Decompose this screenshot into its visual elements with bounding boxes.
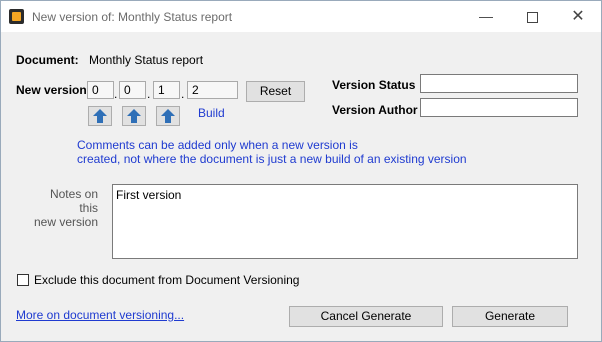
minimize-icon[interactable]: —: [463, 1, 509, 32]
exclude-checkbox[interactable]: [17, 274, 29, 286]
more-versioning-link[interactable]: More on document versioning...: [16, 308, 184, 322]
version-separator: .: [181, 87, 185, 101]
document-label: Document:: [16, 53, 79, 67]
notes-textarea[interactable]: First version: [112, 184, 578, 259]
window-title: New version of: Monthly Status report: [32, 10, 233, 24]
version-patch-field[interactable]: 1: [153, 81, 180, 99]
app-icon: [9, 9, 24, 24]
increment-minor-button[interactable]: [122, 106, 146, 126]
comment-note: Comments can be added only when a new ve…: [77, 138, 467, 166]
version-minor-field[interactable]: 0: [119, 81, 146, 99]
document-name: Monthly Status report: [89, 53, 204, 67]
build-label: Build: [198, 106, 225, 120]
notes-text: First version: [116, 188, 182, 202]
version-status-label: Version Status: [332, 78, 416, 92]
cancel-generate-button[interactable]: Cancel Generate: [289, 306, 443, 327]
generate-button[interactable]: Generate: [452, 306, 568, 327]
increment-patch-button[interactable]: [156, 106, 180, 126]
version-status-input[interactable]: [420, 74, 578, 93]
version-major-field[interactable]: 0: [87, 81, 114, 99]
close-icon[interactable]: ✕: [555, 1, 601, 32]
exclude-label[interactable]: Exclude this document from Document Vers…: [34, 273, 299, 287]
notes-label: Notes on this new version: [33, 187, 98, 229]
version-author-input[interactable]: [420, 98, 578, 117]
version-author-label: Version Author: [332, 103, 418, 117]
comment-note-line: created, not where the document is just …: [77, 152, 467, 166]
dialog-window: New version of: Monthly Status report — …: [0, 0, 602, 342]
version-separator: .: [114, 87, 118, 101]
maximize-icon[interactable]: [509, 1, 555, 32]
version-build-field[interactable]: 2: [187, 81, 238, 99]
increment-major-button[interactable]: [88, 106, 112, 126]
reset-button[interactable]: Reset: [246, 81, 305, 102]
version-separator: .: [147, 87, 151, 101]
new-version-label: New version: [16, 83, 87, 97]
comment-note-line: Comments can be added only when a new ve…: [77, 138, 358, 152]
title-bar: New version of: Monthly Status report — …: [1, 1, 601, 32]
